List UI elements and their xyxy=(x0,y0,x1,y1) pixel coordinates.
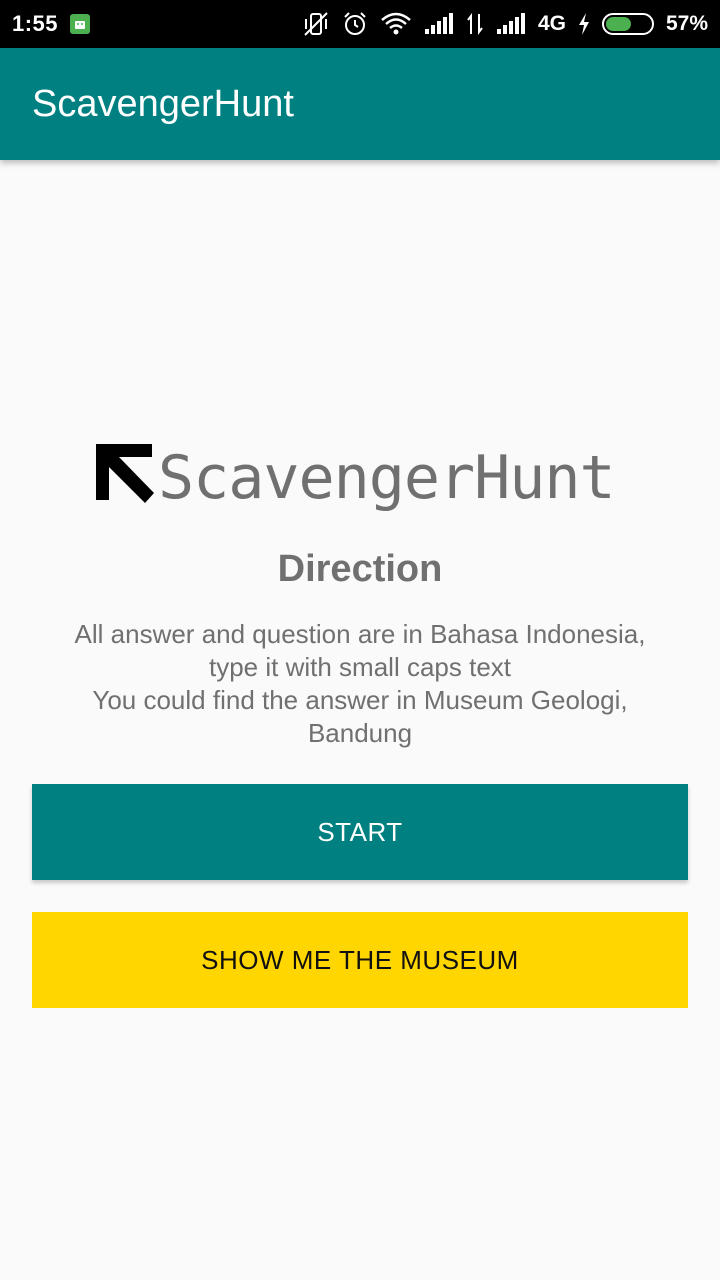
arrow-up-left-icon xyxy=(96,444,154,503)
status-bar: 1:55 4G 57% xyxy=(0,0,720,48)
battery-icon xyxy=(601,13,654,35)
signal-icon xyxy=(424,13,454,35)
wifi-icon xyxy=(380,12,412,36)
status-right: 4G 57% xyxy=(302,11,708,37)
show-museum-button[interactable]: SHOW ME THE MUSEUM xyxy=(32,912,688,1008)
direction-line: type it with small caps text xyxy=(209,652,511,682)
alarm-icon xyxy=(342,11,368,37)
battery-level xyxy=(605,17,632,31)
status-left: 1:55 xyxy=(12,11,91,37)
direction-line: You could find the answer in Museum Geol… xyxy=(92,685,628,715)
battery-percent: 57% xyxy=(665,12,708,35)
charging-icon xyxy=(578,13,590,35)
logo-text: ScavengerHunt xyxy=(158,443,616,513)
app-bar: ScavengerHunt xyxy=(0,48,720,160)
direction-line: Bandung xyxy=(307,718,413,748)
signal-icon xyxy=(496,13,526,35)
app-title: ScavengerHunt xyxy=(32,82,294,125)
vibrate-off-icon xyxy=(302,11,330,37)
android-icon xyxy=(70,14,91,34)
direction-line: All answer and question are in Bahasa In… xyxy=(74,619,646,649)
data-arrows-icon xyxy=(466,12,484,36)
network-type: 4G xyxy=(537,12,566,35)
logo: ScavengerHunt xyxy=(96,430,636,520)
direction-text: All answer and question are in Bahasa In… xyxy=(40,618,680,750)
direction-title: Direction xyxy=(277,548,443,590)
status-time: 1:55 xyxy=(12,11,59,36)
start-button[interactable]: START xyxy=(32,784,688,880)
